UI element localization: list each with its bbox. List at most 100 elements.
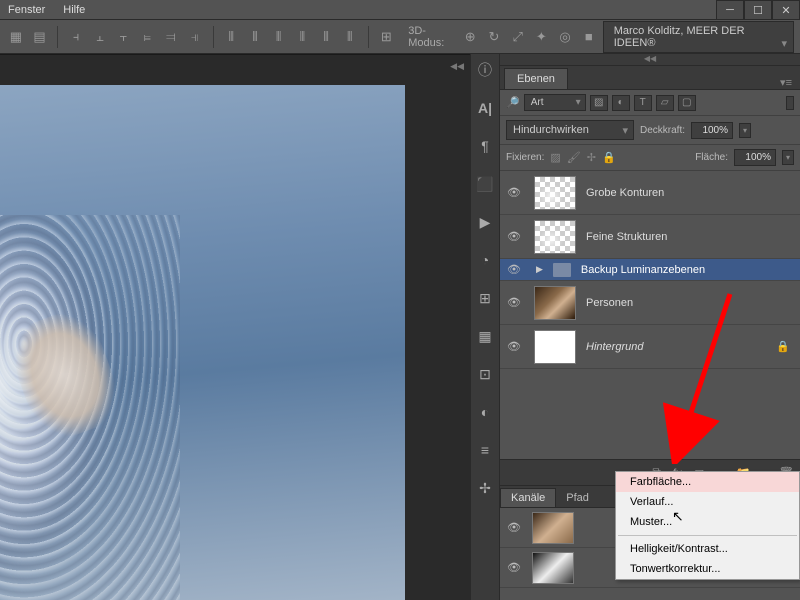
panel-collapse-grip[interactable]: ◀◀ (500, 54, 800, 66)
dist-3-icon[interactable]: ⦀ (269, 26, 289, 48)
layer-item-personen[interactable]: 👁 Personen (500, 281, 800, 325)
dist-4-icon[interactable]: ⦀ (293, 26, 313, 48)
blend-mode-dropdown[interactable]: Hindurchwirken (506, 120, 634, 140)
workspace-dropdown[interactable]: Marco Kolditz, MEER DER IDEEN® (603, 21, 794, 53)
layer-thumb[interactable] (534, 176, 576, 210)
panel-icon-one[interactable]: ◔ (473, 248, 497, 272)
extra-icon[interactable]: ⊞ (377, 26, 397, 48)
menu-fenster[interactable]: Fenster (8, 4, 45, 16)
close-button[interactable]: ✕ (772, 0, 800, 20)
panel-icon-color[interactable]: ⊞ (473, 286, 497, 310)
maximize-button[interactable]: ☐ (744, 0, 772, 20)
mode3d-label: 3D-Modus: (408, 25, 456, 49)
opacity-input[interactable]: 100% (691, 122, 733, 139)
window-controls: ─ ☐ ✕ (716, 0, 800, 20)
menu-hilfe[interactable]: Hilfe (63, 4, 85, 16)
layer-filter-kind[interactable]: Art (524, 94, 586, 111)
dist-2-icon[interactable]: ⦀ (245, 26, 265, 48)
channel-thumb (532, 552, 574, 584)
3d-icon-6[interactable]: ■ (579, 26, 599, 48)
filter-toggle[interactable] (786, 96, 794, 110)
lock-trans-icon[interactable]: ▨ (550, 151, 560, 164)
layer-thumb[interactable] (534, 286, 576, 320)
align-center-icon[interactable]: ⫠ (90, 26, 110, 48)
fill-label: Fläche: (695, 152, 728, 163)
panel-menu-icon[interactable]: ▾≡ (772, 76, 800, 89)
fill-input[interactable]: 100% (734, 149, 776, 166)
paths-tab[interactable]: Pfad (556, 489, 599, 507)
panel-icon-adjust[interactable]: ◐ (473, 400, 497, 424)
cursor-icon: ↖ (672, 508, 684, 525)
panel-icon-char[interactable]: A| (473, 96, 497, 120)
panel-icon-styles[interactable]: ⊡ (473, 362, 497, 386)
opacity-arrow[interactable]: ▾ (739, 123, 751, 138)
layers-tab[interactable]: Ebenen (504, 68, 568, 89)
adjustment-context-menu: Farbfläche... Verlauf... Muster... Helli… (615, 471, 800, 580)
align-mid-icon[interactable]: ⫤ (161, 26, 181, 48)
menu-farbflaeche[interactable]: Farbfläche... (616, 472, 799, 492)
layer-item-grobe[interactable]: 👁 Grobe Konturen (500, 171, 800, 215)
dist-1-icon[interactable]: ⦀ (221, 26, 241, 48)
align-top-icon[interactable]: ⫢ (137, 26, 157, 48)
tool-icon-1[interactable]: ▦ (6, 26, 26, 48)
dist-6-icon[interactable]: ⦀ (340, 26, 360, 48)
tool-icon-2[interactable]: ▤ (30, 26, 50, 48)
filter-shape-icon[interactable]: ▱ (656, 95, 674, 111)
opacity-label: Deckkraft: (640, 125, 685, 136)
panel-icon-hist[interactable]: ≡ (473, 438, 497, 462)
filter-adjust-icon[interactable]: ◐ (612, 95, 630, 111)
menu-muster[interactable]: Muster... (616, 512, 799, 532)
3d-icon-3[interactable]: ⤢ (508, 26, 528, 48)
lock-all-icon[interactable]: 🔒 (602, 151, 616, 164)
layer-list: 👁 Grobe Konturen 👁 Feine Strukturen 👁 ▶ … (500, 171, 800, 459)
document-canvas[interactable] (0, 85, 405, 600)
panel-icon-nav[interactable]: ✢ (473, 476, 497, 500)
3d-icon-2[interactable]: ↻ (484, 26, 504, 48)
canvas-area[interactable]: ◀◀ (0, 54, 470, 600)
minimize-button[interactable]: ─ (716, 0, 744, 20)
visibility-icon[interactable]: 👁 (504, 263, 524, 276)
collapsed-panels-strip: ⓘ A| ¶ ⬛ ▶ ◔ ⊞ ▦ ⊡ ◐ ≡ ✢ (470, 54, 500, 600)
align-left-icon[interactable]: ⫞ (66, 26, 86, 48)
panel-icon-info[interactable]: ⓘ (473, 58, 497, 82)
visibility-icon[interactable]: 👁 (504, 186, 524, 199)
layer-item-backup-folder[interactable]: 👁 ▶ Backup Luminanzebenen (500, 259, 800, 281)
layer-thumb[interactable] (534, 330, 576, 364)
visibility-icon[interactable]: 👁 (504, 340, 524, 353)
lock-pos-icon[interactable]: ✢ (587, 151, 596, 164)
fill-arrow[interactable]: ▾ (782, 150, 794, 165)
folder-icon (553, 263, 571, 277)
lock-label: Fixieren: (506, 152, 544, 163)
menu-verlauf[interactable]: Verlauf... (616, 492, 799, 512)
visibility-icon[interactable]: 👁 (504, 561, 524, 574)
options-bar: ▦ ▤ ⫞ ⫠ ⫟ ⫢ ⫤ ⫣ ⦀ ⦀ ⦀ ⦀ ⦀ ⦀ ⊞ 3D-Modus: … (0, 20, 800, 54)
layer-item-feine[interactable]: 👁 Feine Strukturen (500, 215, 800, 259)
lock-icon: 🔒 (776, 340, 796, 353)
lock-paint-icon[interactable]: 🖌 (567, 151, 581, 164)
filter-type-icon[interactable]: T (634, 95, 652, 111)
dist-5-icon[interactable]: ⦀ (316, 26, 336, 48)
3d-icon-4[interactable]: ✦ (532, 26, 552, 48)
visibility-icon[interactable]: 👁 (504, 296, 524, 309)
menu-helligkeit[interactable]: Helligkeit/Kontrast... (616, 539, 799, 559)
3d-icon-5[interactable]: ◎ (555, 26, 575, 48)
panel-icon-brush[interactable]: ⬛ (473, 172, 497, 196)
collapse-icon[interactable]: ◀◀ (450, 61, 464, 72)
align-bot-icon[interactable]: ⫣ (185, 26, 205, 48)
filter-pixel-icon[interactable]: ▨ (590, 95, 608, 111)
layers-panel: Ebenen ▾≡ 🔎 Art ▨ ◐ T ▱ ▢ Hindurchwirken… (500, 66, 800, 485)
layer-thumb[interactable] (534, 220, 576, 254)
3d-icon-1[interactable]: ⊕ (460, 26, 480, 48)
menubar: Fenster Hilfe (0, 0, 800, 20)
panel-icon-actions[interactable]: ▶ (473, 210, 497, 234)
panel-icon-swatches[interactable]: ▦ (473, 324, 497, 348)
visibility-icon[interactable]: 👁 (504, 230, 524, 243)
channels-tab[interactable]: Kanäle (500, 488, 556, 507)
align-right-icon[interactable]: ⫟ (114, 26, 134, 48)
visibility-icon[interactable]: 👁 (504, 521, 524, 534)
filter-smart-icon[interactable]: ▢ (678, 95, 696, 111)
menu-tonwert[interactable]: Tonwertkorrektur... (616, 559, 799, 579)
layer-item-hintergrund[interactable]: 👁 Hintergrund 🔒 (500, 325, 800, 369)
panel-icon-para[interactable]: ¶ (473, 134, 497, 158)
folder-disclosure-icon[interactable]: ▶ (536, 264, 543, 275)
